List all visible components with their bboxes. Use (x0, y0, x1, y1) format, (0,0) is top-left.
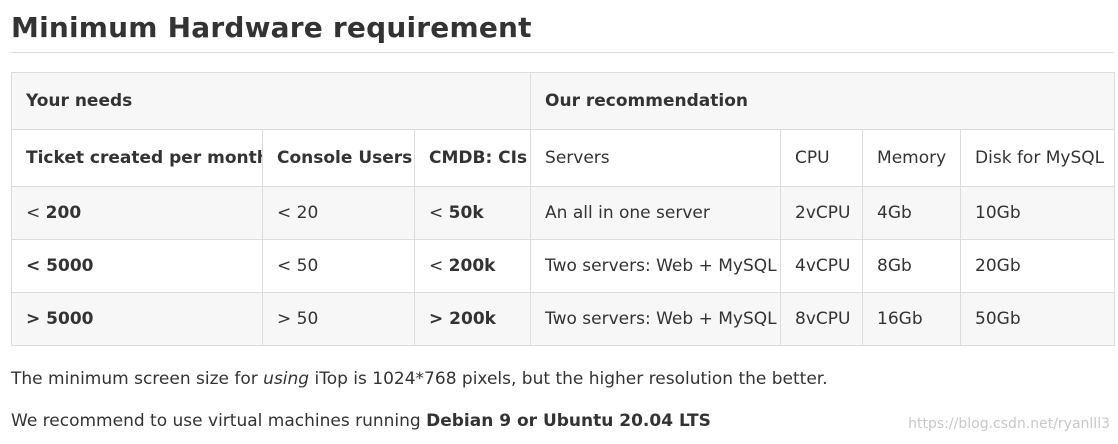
servers-cell: Two servers: Web + MySQL (530, 239, 782, 293)
screen-size-note-start: The minimum screen size for (11, 369, 264, 389)
disk-cell: 10Gb (960, 186, 1116, 240)
table-row: > 5000 > 50 > 200k Two servers: Web + My… (11, 292, 1116, 346)
cmdb-cis-cell: > 200k (413, 292, 532, 346)
screen-size-note-emphasis: using (263, 369, 310, 389)
disk-cell: 50Gb (960, 292, 1116, 346)
disk-cell: 20Gb (960, 239, 1116, 293)
cis-operator: < (429, 203, 444, 223)
our-recommendation-header: Our recommendation (530, 72, 1116, 130)
servers-cell: Two servers: Web + MySQL (530, 292, 782, 346)
cmdb-cis-cell: < 50k (413, 186, 532, 240)
cpu-cell: 2vCPU (780, 186, 864, 240)
screen-size-note: The minimum screen size for using iTop i… (11, 367, 828, 391)
tickets-operator: < (26, 256, 41, 276)
tickets-operator: < (26, 203, 41, 223)
console-users-cell: < 50 (262, 239, 415, 293)
cmdb-cis-cell: < 200k (413, 239, 532, 293)
col-header-cmdb-cis: CMDB: CIs (413, 129, 532, 187)
memory-cell: 4Gb (862, 186, 962, 240)
tickets-cell: > 5000 (11, 292, 263, 346)
col-header-servers: Servers (530, 129, 782, 187)
col-header-cpu: CPU (780, 129, 864, 187)
memory-cell: 16Gb (862, 292, 962, 346)
screen-size-note-end: iTop is 1024*768 pixels, but the higher … (309, 369, 828, 389)
console-users-cell: < 20 (262, 186, 415, 240)
cis-value: 50k (448, 203, 484, 223)
group-header-row: Your needs Our recommendation (10, 72, 1116, 130)
page-title: Minimum Hardware requirement (11, 11, 532, 44)
col-header-memory: Memory (862, 129, 962, 187)
table-row: < 200 < 20 < 50k An all in one server 2v… (11, 186, 1116, 240)
cis-value: 200k (449, 309, 496, 329)
watermark-text: https://blog.csdn.net/ryanlll3 (908, 416, 1110, 432)
col-header-console-users: Console Users (262, 129, 415, 187)
tickets-operator: > (26, 309, 41, 329)
column-header-row: Ticket created per month Console Users C… (11, 129, 1116, 187)
cis-operator: < (429, 256, 444, 276)
your-needs-header: Your needs (10, 72, 532, 130)
console-users-cell: > 50 (262, 292, 415, 346)
cpu-cell: 4vCPU (780, 239, 864, 293)
servers-cell: An all in one server (530, 186, 782, 240)
tickets-value: 5000 (46, 309, 94, 329)
tickets-value: 200 (45, 203, 82, 223)
table-row: < 5000 < 50 < 200k Two servers: Web + My… (11, 239, 1116, 293)
os-recommendation-bold: Debian 9 or Ubuntu 20.04 LTS (426, 411, 711, 431)
tickets-value: 5000 (46, 256, 94, 276)
tickets-cell: < 200 (11, 186, 263, 240)
title-divider (11, 52, 1114, 53)
os-recommendation-note: We recommend to use virtual machines run… (11, 409, 711, 433)
tickets-cell: < 5000 (11, 239, 263, 293)
cis-operator: > (429, 309, 444, 329)
cis-value: 200k (448, 256, 496, 276)
os-recommendation-text: We recommend to use virtual machines run… (11, 411, 427, 431)
memory-cell: 8Gb (862, 239, 962, 293)
hardware-requirements-table: Your needs Our recommendation Ticket cre… (10, 72, 1116, 346)
col-header-disk: Disk for MySQL (960, 129, 1116, 187)
col-header-tickets: Ticket created per month (11, 129, 263, 187)
cpu-cell: 8vCPU (780, 292, 864, 346)
